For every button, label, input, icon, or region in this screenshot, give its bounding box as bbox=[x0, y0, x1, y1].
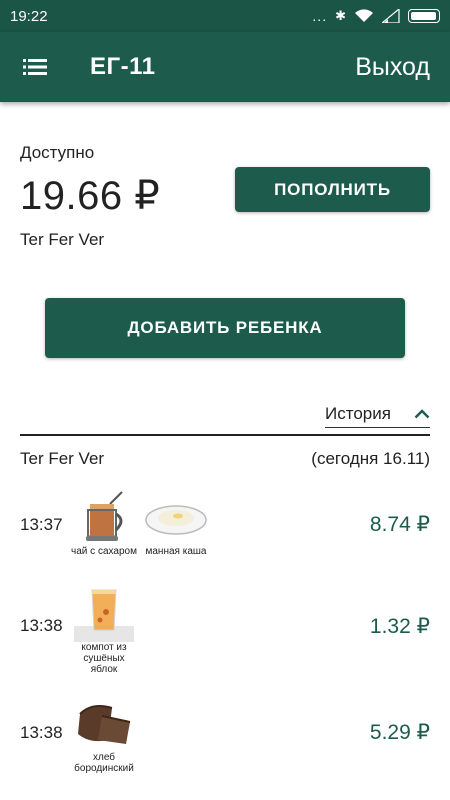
history-row-items: хлеб бородинский bbox=[70, 696, 138, 774]
history-row-time: 13:38 bbox=[20, 723, 63, 742]
history-item: манная каша bbox=[142, 490, 210, 557]
history-item: хлеб бородинский bbox=[70, 696, 138, 774]
history-row-time: 13:38 bbox=[20, 616, 63, 635]
available-label: Доступно bbox=[20, 143, 95, 162]
history-divider bbox=[20, 434, 430, 436]
app-title: ЕГ-11 bbox=[90, 53, 156, 80]
menu-button[interactable] bbox=[0, 32, 70, 102]
app-bar: ЕГ-11 Выход bbox=[0, 32, 450, 102]
history-row-amount: 8.74 ₽ bbox=[369, 513, 430, 536]
status-icons: ... ✱ bbox=[312, 8, 440, 24]
history-row-amount: 5.29 ₽ bbox=[369, 721, 430, 744]
history-item: чай с сахаром bbox=[70, 490, 138, 557]
signal-icon bbox=[382, 9, 400, 23]
status-time: 19:22 bbox=[10, 7, 48, 25]
porridge-bowl-icon bbox=[145, 505, 207, 535]
bread-icon bbox=[78, 705, 131, 744]
tea-glass-icon bbox=[86, 491, 123, 541]
history-item: компот из сушёных яблок bbox=[70, 586, 138, 675]
list-menu-icon bbox=[23, 59, 47, 75]
battery-level bbox=[411, 12, 436, 20]
history-owner-name: Ter Fer Ver bbox=[20, 449, 105, 468]
history-row-items: чай с сахаром манная каша bbox=[70, 490, 210, 557]
logout-button[interactable]: Выход bbox=[355, 53, 430, 82]
notification-dots-icon: ... bbox=[312, 8, 328, 24]
compote-glass-icon bbox=[74, 589, 134, 642]
history-row-items: компот из сушёных яблок bbox=[70, 586, 138, 675]
wifi-icon bbox=[355, 9, 373, 22]
account-owner-name: Ter Fer Ver bbox=[20, 230, 105, 249]
history-row-time: 13:37 bbox=[20, 515, 63, 534]
history-item-name: манная каша bbox=[145, 546, 207, 557]
add-child-button[interactable]: ДОБАВИТЬ РЕБЕНКА bbox=[45, 298, 405, 358]
history-toggle[interactable]: История bbox=[325, 400, 430, 428]
history-toggle-label: История bbox=[325, 403, 391, 423]
bluetooth-icon: ✱ bbox=[335, 8, 346, 23]
history-item-name: чай с сахаром bbox=[71, 546, 137, 557]
history-date: (сегодня 16.11) bbox=[311, 449, 430, 468]
status-bar: 19:22 ... ✱ bbox=[0, 0, 450, 32]
chevron-up-icon bbox=[414, 408, 430, 418]
battery-icon bbox=[408, 9, 440, 23]
history-item-name: компот из сушёных яблок bbox=[81, 642, 127, 675]
balance-amount: 19.66 ₽ bbox=[20, 174, 161, 218]
topup-button[interactable]: ПОПОЛНИТЬ bbox=[235, 167, 430, 212]
history-row-amount: 1.32 ₽ bbox=[369, 615, 430, 638]
history-item-name: хлеб бородинский bbox=[74, 752, 134, 774]
